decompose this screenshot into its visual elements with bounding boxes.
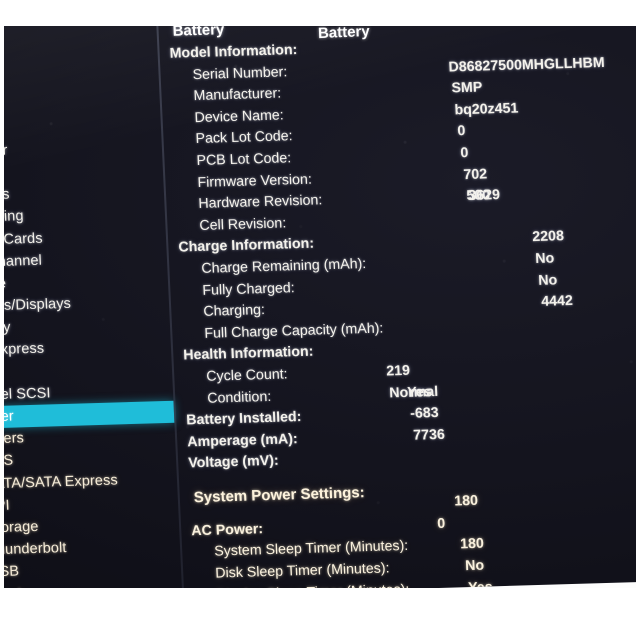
sidebar: ay th a eader oller ostics Burning rnet … (0, 16, 182, 601)
pack-lot-code-label: Pack Lot Code: (195, 128, 293, 148)
charge-remaining-value: 2208 (531, 228, 565, 246)
cell-revision-label: Cell Revision: (199, 215, 287, 234)
wake-on-ac-change-value: No (464, 557, 485, 575)
device-name-label: Device Name: (194, 107, 285, 126)
manufacturer-value: SMP (451, 79, 483, 97)
pcb-lot-code-label: PCB Lot Code: (196, 150, 292, 169)
fully-charged-label: Fully Charged: (202, 279, 296, 299)
photo-border-top (0, 0, 640, 26)
charging-value: No (537, 271, 558, 289)
system-sleep-timer-value: 180 (453, 493, 479, 510)
voltage-value: 7736 (412, 426, 446, 444)
device-name-value: bq20z451 (454, 100, 519, 119)
manufacturer-label: Manufacturer: (193, 85, 282, 105)
cycle-count-value: 219 (385, 362, 411, 380)
pcb-lot-code-value: 0 (460, 144, 469, 162)
ac-power-label: AC Power: (190, 521, 264, 540)
photo-border-bottom (0, 588, 640, 640)
laptop-screen: ay th a eader oller ostics Burning rnet … (0, 0, 640, 602)
firmware-version-value: 702 (463, 165, 488, 183)
photo-border-right (636, 0, 640, 640)
photograph-of-screen: ay th a eader oller ostics Burning rnet … (0, 0, 640, 640)
charging-label: Charging: (203, 302, 266, 320)
display-sleep-timer-value: 180 (459, 536, 485, 553)
detail-pane: Battery Model Information: Serial Number… (158, 1, 640, 601)
disk-sleep-timer-value: 0 (436, 515, 446, 532)
voltage-label: Voltage (mV): (187, 452, 279, 472)
condition-label: Condition: (206, 388, 272, 407)
serial-number-label: Serial Number: (192, 63, 288, 83)
photo-border-left (0, 0, 4, 640)
full-charge-capacity-value: 4442 (540, 293, 574, 310)
cell-revision-value: 3629 (468, 187, 501, 205)
amperage-value: -683 (409, 405, 439, 422)
pack-lot-code-value: 0 (457, 123, 466, 140)
battery-installed-value: Yes (406, 383, 433, 401)
cycle-count-label: Cycle Count: (205, 366, 288, 385)
fully-charged-value: No (534, 250, 555, 267)
